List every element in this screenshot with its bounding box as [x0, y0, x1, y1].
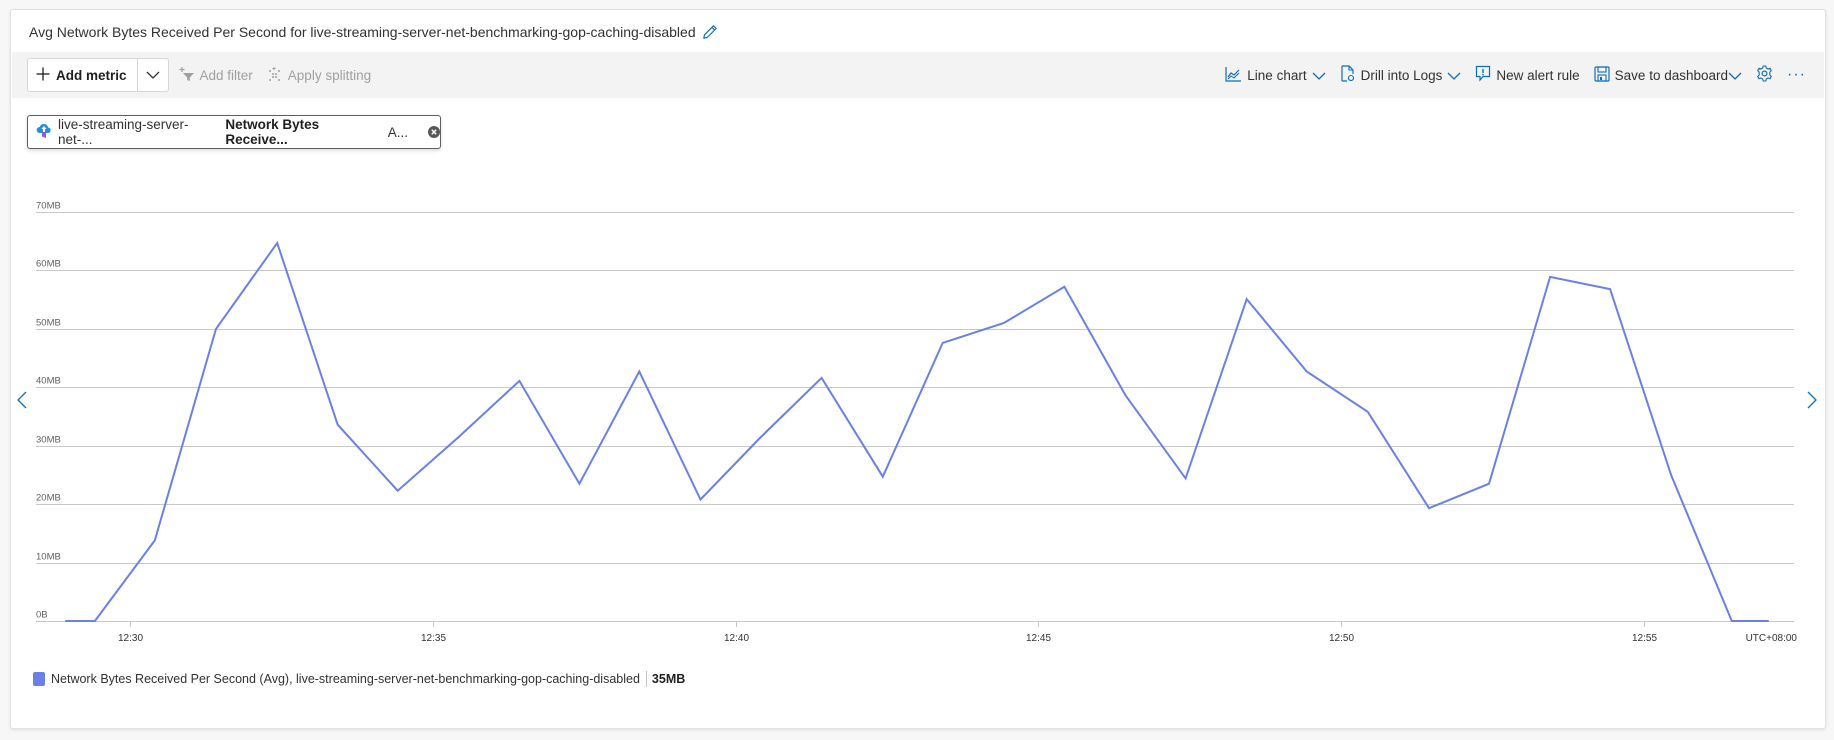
- y-tick-label: 30MB: [36, 435, 61, 446]
- legend-value: 35MB: [651, 672, 686, 686]
- x-tick-label: 12:50: [1329, 633, 1354, 644]
- chart-y-axis: 0B 10MB 20MB 30MB 40MB 50MB 60MB 70MB: [36, 201, 61, 621]
- y-tick-label: 20MB: [36, 493, 61, 504]
- y-tick-label: 0B: [36, 610, 48, 621]
- series-line[interactable]: [65, 240, 1769, 622]
- y-tick-label: 50MB: [36, 318, 61, 329]
- line-chart[interactable]: 0B10MB20MB30MB40MB50MB60MB70MB 12:30 12:3…: [0, 0, 1834, 660]
- x-tick-label: 12:45: [1026, 633, 1051, 644]
- y-tick-label: 70MB: [36, 201, 61, 212]
- chart-gridlines: [36, 212, 1794, 622]
- x-tick-label: 12:40: [724, 633, 749, 644]
- y-tick-label: 60MB: [36, 259, 61, 270]
- y-tick-label: 40MB: [36, 376, 61, 387]
- legend-divider: [645, 671, 647, 687]
- legend-series-label: Network Bytes Received Per Second (Avg),…: [51, 672, 640, 686]
- legend-color-swatch: [33, 672, 45, 686]
- chart-series: [65, 240, 1769, 622]
- timezone-label: UTC+08:00: [1746, 633, 1798, 644]
- chart-area: 0B 10MB 20MB 30MB 40MB 50MB 60MB 70MB 12:30 12:3…: [0, 0, 1834, 740]
- y-tick-label: 10MB: [36, 552, 61, 563]
- x-tick-label: 12:35: [421, 633, 446, 644]
- x-tick-label: 12:30: [118, 633, 143, 644]
- chart-legend[interactable]: Network Bytes Received Per Second (Avg),…: [33, 671, 685, 687]
- x-tick-label: 12:55: [1632, 633, 1657, 644]
- chart-x-axis: 12:30 12:35 12:40 12:45 12:50 12:55: [118, 621, 1657, 644]
